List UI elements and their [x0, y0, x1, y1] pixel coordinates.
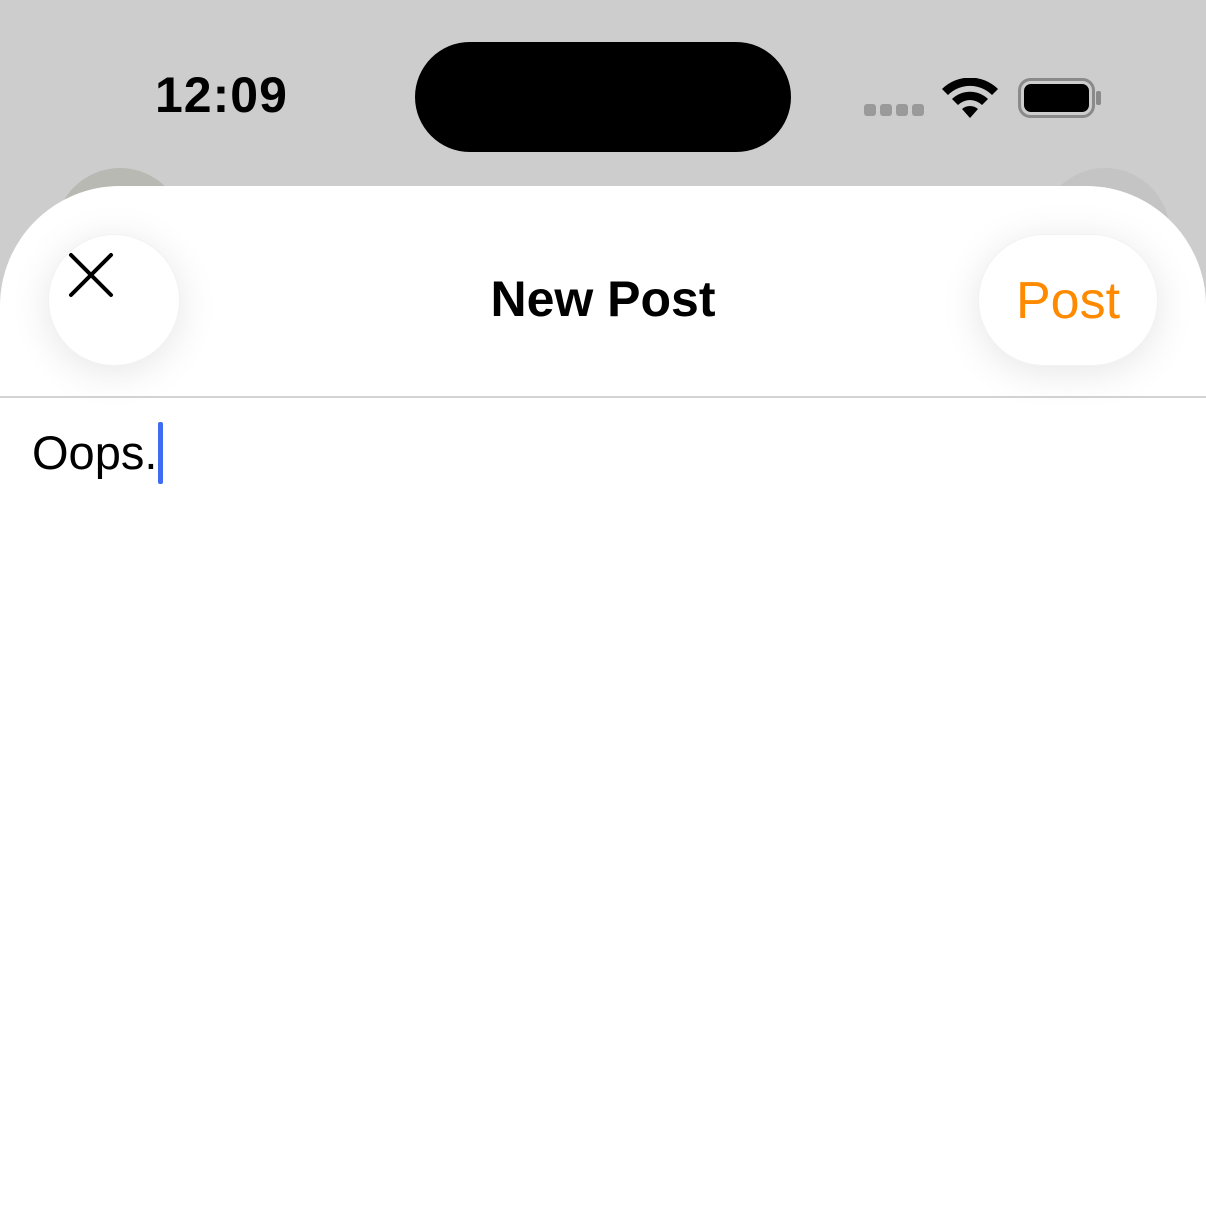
post-button[interactable]: Post [978, 234, 1158, 366]
dynamic-island [415, 42, 791, 152]
post-text-editor[interactable]: Oops. [32, 422, 1172, 1182]
battery-icon [1018, 78, 1101, 118]
post-text: Oops. [32, 426, 158, 479]
cellular-signal-icon [864, 104, 924, 116]
status-time: 12:09 [155, 67, 288, 123]
wifi-icon [942, 78, 998, 118]
sheet-header: New Post Post [0, 186, 1206, 398]
text-caret [158, 422, 164, 484]
screen: 12:09 New Post Post Oops. [0, 0, 1206, 1206]
new-post-sheet: New Post Post Oops. [0, 186, 1206, 1206]
